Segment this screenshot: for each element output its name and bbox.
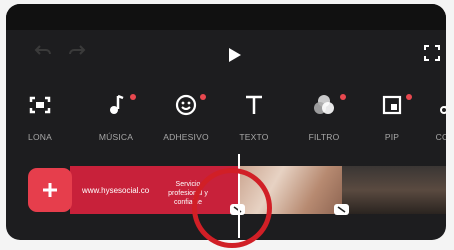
- clip-text: www.hysesocial.co: [82, 186, 150, 195]
- redo-button[interactable]: [68, 44, 86, 56]
- tool-label: TEXTO: [239, 132, 269, 142]
- tool-music[interactable]: MÚSICA: [86, 88, 146, 148]
- transition-button[interactable]: [334, 204, 349, 215]
- status-bar: [6, 4, 446, 30]
- tool-text[interactable]: TEXTO: [224, 88, 284, 148]
- video-clip[interactable]: [342, 166, 446, 214]
- sticker-icon: [156, 92, 216, 118]
- fullscreen-icon: [424, 45, 440, 61]
- tool-label: FILTRO: [308, 132, 340, 142]
- tool-sticker[interactable]: ADHESIVO: [156, 88, 216, 148]
- play-icon: [229, 48, 241, 62]
- tool-canvas[interactable]: LONA: [10, 88, 70, 148]
- plus-icon: [43, 183, 57, 197]
- add-clip-button[interactable]: [28, 168, 72, 212]
- text-icon: [224, 92, 284, 118]
- undo-icon: [34, 45, 51, 55]
- music-icon: [86, 92, 146, 118]
- canvas-icon: [10, 92, 70, 118]
- new-badge: [406, 94, 412, 100]
- new-badge: [130, 94, 136, 100]
- play-button[interactable]: [226, 46, 244, 64]
- new-badge: [340, 94, 346, 100]
- undo-button[interactable]: [34, 44, 52, 56]
- fullscreen-button[interactable]: [423, 44, 441, 62]
- cut-icon: [418, 92, 446, 118]
- pip-icon: [362, 92, 422, 118]
- tool-cut[interactable]: CORT: [418, 88, 446, 148]
- tool-label: LONA: [28, 132, 52, 142]
- tool-label: ADHESIVO: [163, 132, 209, 142]
- edit-toolbar: LONA MÚSICA ADHESIVO TEXTO FILTRO PIP CO: [6, 88, 446, 148]
- highlight-circle: [192, 168, 272, 248]
- tool-label: MÚSICA: [98, 132, 134, 142]
- transition-icon: [337, 206, 346, 213]
- tool-filter[interactable]: FILTRO: [294, 88, 354, 148]
- tool-label: CORT: [435, 132, 446, 142]
- new-badge: [200, 94, 206, 100]
- redo-icon: [69, 45, 86, 55]
